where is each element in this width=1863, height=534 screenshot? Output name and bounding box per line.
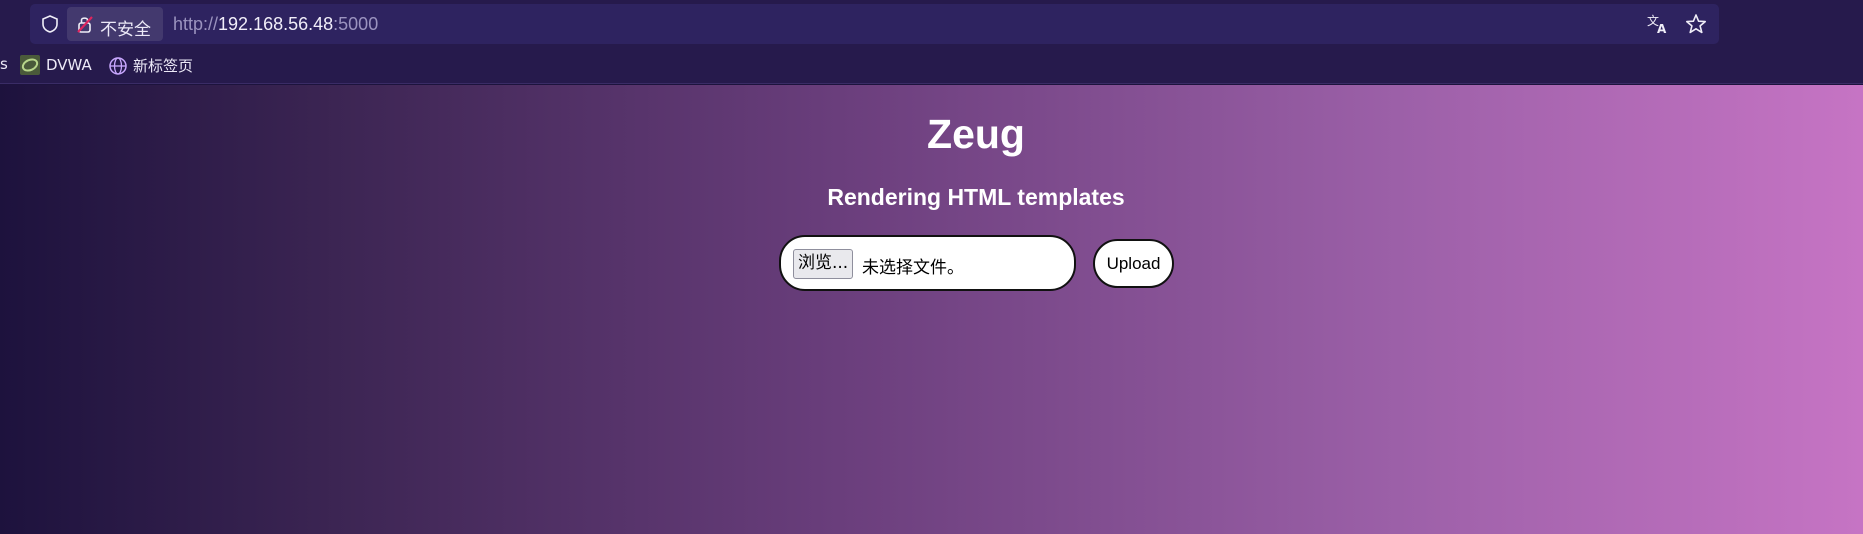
globe-icon: [109, 56, 127, 75]
browse-button[interactable]: 浏览...: [793, 249, 854, 279]
dvwa-icon: [20, 55, 40, 75]
page-content: Zeug Rendering HTML templates 浏览... 未选择文…: [0, 85, 1863, 534]
url-scheme: http://: [173, 14, 219, 34]
bookmark-dvwa[interactable]: DVWA: [20, 55, 92, 75]
bookmark-truncated[interactable]: s: [0, 55, 8, 73]
no-file-selected-label: 未选择文件。: [862, 258, 964, 278]
bookmark-label: 新标签页: [133, 57, 194, 75]
bookmark-label: DVWA: [46, 56, 92, 74]
url-text[interactable]: http://192.168.56.48:5000: [173, 14, 378, 35]
url-host: 192.168.56.48: [218, 14, 334, 34]
browser-chrome: 不安全 http://192.168.56.48:5000 文 A s DVWA: [0, 0, 1863, 84]
file-input[interactable]: 浏览... 未选择文件。: [779, 235, 1076, 291]
bookmark-new-tab[interactable]: 新标签页: [108, 55, 193, 76]
bookmark-label: s: [0, 55, 8, 73]
shield-icon[interactable]: [40, 14, 60, 34]
insecure-label: 不安全: [100, 20, 151, 40]
bookmark-star-icon[interactable]: [1685, 13, 1707, 35]
svg-text:A: A: [1657, 22, 1667, 35]
page-title: Zeug: [927, 111, 1025, 157]
page-subtitle: Rendering HTML templates: [827, 184, 1125, 210]
upload-button[interactable]: Upload: [1093, 239, 1174, 288]
insecure-lock-icon: [77, 16, 93, 33]
site-security-indicator[interactable]: 不安全: [67, 7, 163, 41]
bookmarks-toolbar: s DVWA 新标签页: [0, 52, 1863, 80]
url-port: :5000: [333, 14, 379, 34]
translate-icon[interactable]: 文 A: [1646, 13, 1670, 35]
address-bar[interactable]: 不安全 http://192.168.56.48:5000 文 A: [30, 4, 1719, 44]
